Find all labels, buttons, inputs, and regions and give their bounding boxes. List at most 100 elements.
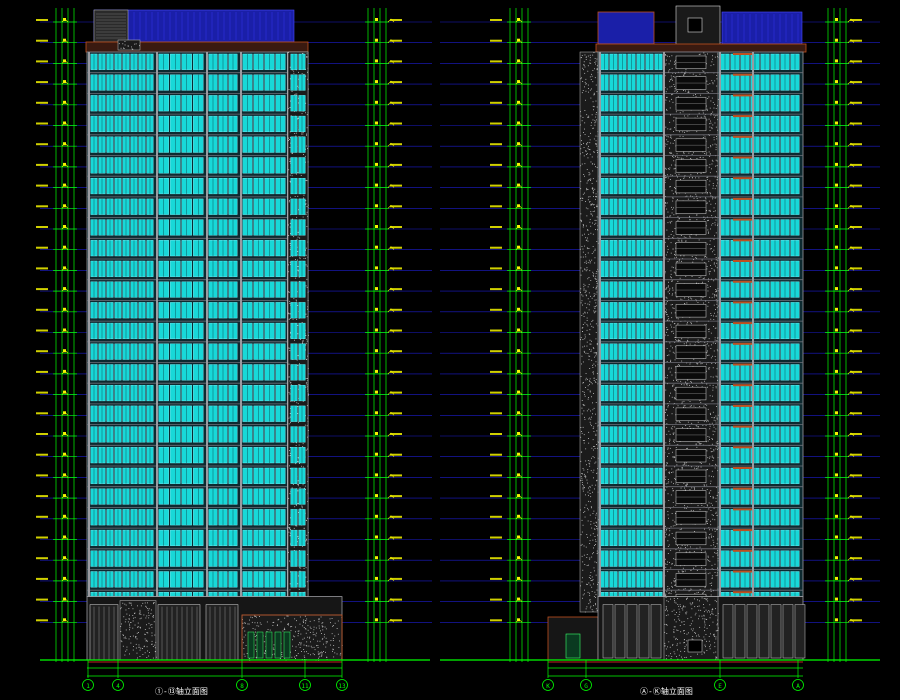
stone-dot xyxy=(708,329,709,330)
stone-dot xyxy=(330,640,332,641)
stone-dot xyxy=(584,262,586,264)
stone-dot xyxy=(336,653,338,655)
stone-dot xyxy=(667,141,669,143)
stone-dot xyxy=(295,300,297,302)
stone-dot xyxy=(289,560,290,562)
stone-dot xyxy=(595,196,597,198)
stone-dot xyxy=(679,135,681,137)
stone-dot xyxy=(711,159,713,161)
stone-dot xyxy=(684,405,686,407)
stone-dot xyxy=(714,224,716,226)
stone-dot xyxy=(589,221,591,223)
stone-dot xyxy=(296,319,298,320)
stone-dot xyxy=(667,245,668,247)
stone-dot xyxy=(669,293,670,295)
stone-dot xyxy=(673,116,675,118)
stone-dot xyxy=(667,136,669,138)
stone-dot xyxy=(316,645,317,647)
stone-dot xyxy=(665,311,667,312)
stone-dot xyxy=(707,523,708,524)
stone-dot xyxy=(307,543,309,545)
stone-dot xyxy=(673,120,675,122)
stone-dot xyxy=(706,256,708,258)
stone-dot xyxy=(307,629,309,631)
stone-dot xyxy=(706,152,708,154)
stone-dot xyxy=(580,427,582,428)
stone-dot xyxy=(317,645,319,646)
stone-dot xyxy=(670,242,672,244)
stone-dot xyxy=(135,647,137,649)
stone-dot xyxy=(715,501,717,503)
stone-dot xyxy=(712,389,714,391)
stone-dot xyxy=(590,203,592,205)
stone-dot xyxy=(595,608,597,610)
stone-dot xyxy=(700,298,702,300)
stone-dot xyxy=(593,547,594,549)
stone-dot xyxy=(588,500,589,502)
stone-dot xyxy=(709,130,711,131)
stone-dot xyxy=(302,620,304,622)
stone-dot xyxy=(682,136,684,137)
stone-dot xyxy=(591,425,592,427)
stone-dot xyxy=(152,616,154,618)
stone-dot xyxy=(665,489,667,491)
stone-dot xyxy=(684,462,686,464)
parapet xyxy=(595,43,807,53)
stone-dot xyxy=(704,380,705,382)
stone-dot xyxy=(583,288,585,290)
stone-dot xyxy=(666,108,667,110)
stone-dot xyxy=(591,383,593,385)
stone-dot xyxy=(304,628,306,630)
stone-dot xyxy=(597,491,599,493)
stone-dot xyxy=(672,307,674,309)
stone-dot xyxy=(717,337,719,339)
stone-dot xyxy=(595,273,597,274)
stone-dot xyxy=(284,617,286,619)
stone-dot xyxy=(584,507,586,509)
stone-dot xyxy=(677,570,679,572)
stone-dot xyxy=(152,646,154,647)
stone-dot xyxy=(590,180,591,181)
stone-dot xyxy=(295,259,296,260)
stone-dot xyxy=(589,301,591,303)
stone-dot xyxy=(709,583,711,584)
stone-dot xyxy=(689,343,691,345)
stone-dot xyxy=(665,593,667,595)
stone-dot xyxy=(594,536,596,537)
stone-dot xyxy=(596,343,598,344)
stone-dot xyxy=(596,206,597,208)
stone-dot xyxy=(587,252,589,254)
stone-dot xyxy=(596,241,598,242)
stone-dot xyxy=(144,602,146,604)
stone-dot xyxy=(665,533,667,535)
stone-dot xyxy=(585,504,587,506)
stone-dot xyxy=(592,513,594,514)
stone-dot xyxy=(708,338,710,340)
stone-dot xyxy=(303,568,305,569)
stone-dot xyxy=(581,432,583,434)
stone-dot xyxy=(714,222,716,224)
stone-dot xyxy=(708,219,709,221)
stone-dot xyxy=(712,124,714,126)
stone-dot xyxy=(596,512,597,514)
stone-dot xyxy=(671,326,672,328)
stone-dot xyxy=(130,602,132,604)
stone-dot xyxy=(583,473,585,475)
stone-dot xyxy=(303,527,305,529)
stone-dot xyxy=(581,77,582,79)
stone-dot xyxy=(592,347,594,349)
stone-dot xyxy=(716,295,718,297)
stone-dot xyxy=(679,550,681,552)
stone-dot xyxy=(140,605,142,607)
stone-dot xyxy=(293,298,295,300)
stone-dot xyxy=(580,180,582,182)
stone-dot xyxy=(690,546,691,548)
stone-dot xyxy=(305,264,307,266)
stone-dot xyxy=(596,119,597,121)
stone-dot xyxy=(681,338,683,340)
stone-dot xyxy=(712,460,714,461)
stone-dot xyxy=(296,238,298,240)
stone-dot xyxy=(597,472,599,474)
stone-dot xyxy=(682,571,684,573)
stone-dot xyxy=(670,151,672,153)
